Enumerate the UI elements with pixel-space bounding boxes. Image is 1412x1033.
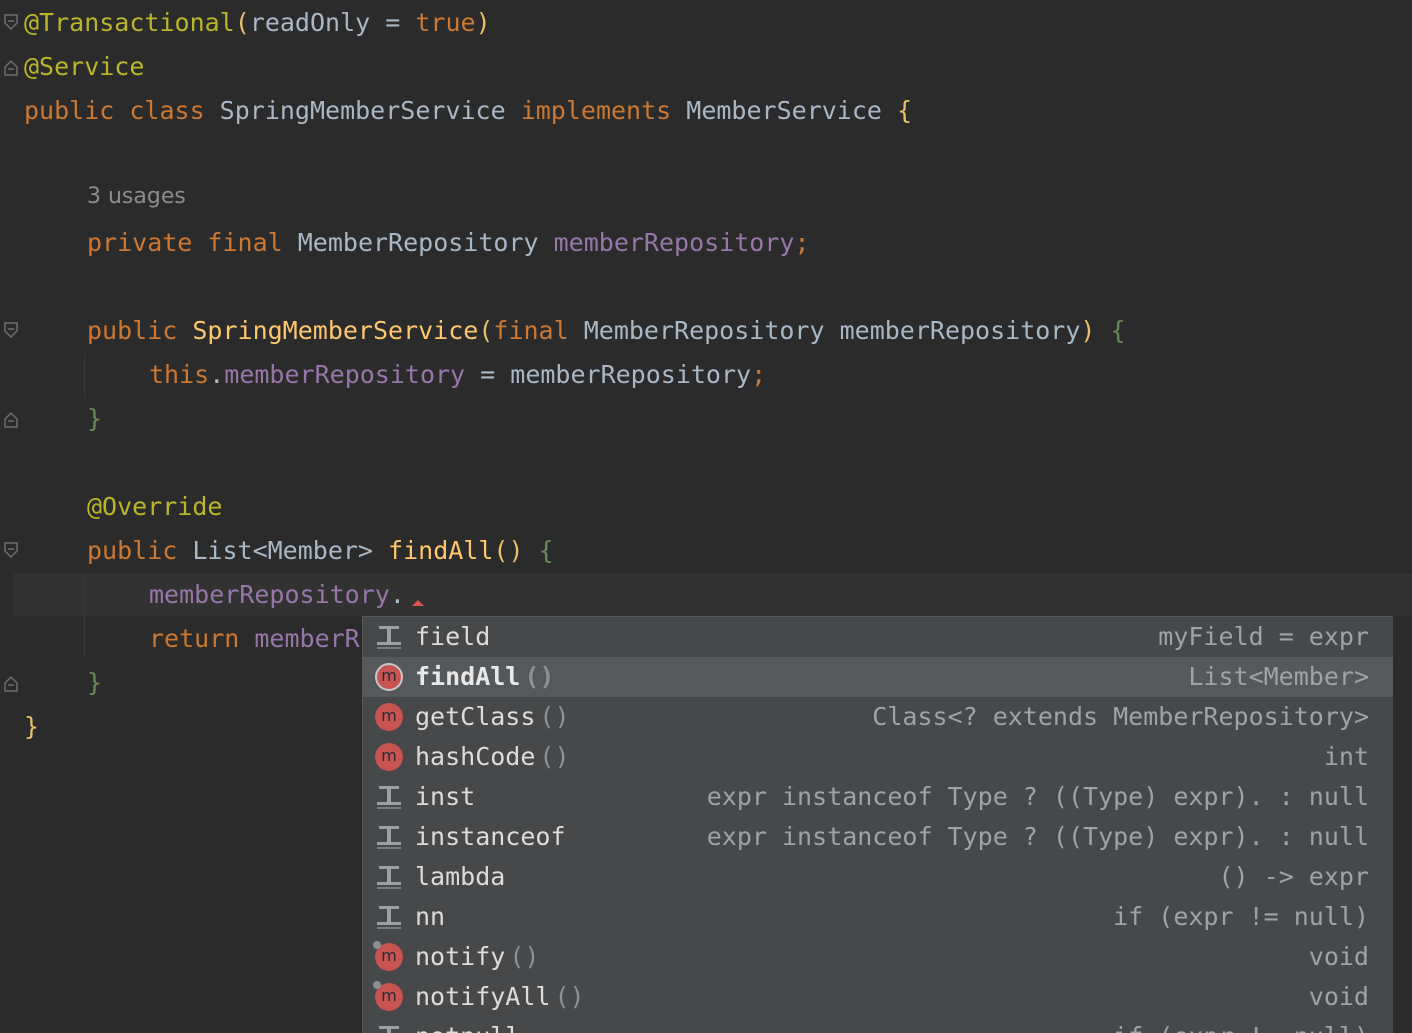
fold-icon[interactable]: [4, 14, 18, 32]
method-icon: m: [373, 941, 403, 971]
code-line-13: }: [24, 712, 40, 741]
completion-item-type: () -> expr: [1218, 862, 1369, 891]
completion-item-type: List<Member>: [1188, 662, 1369, 691]
fold-end-icon[interactable]: [4, 410, 18, 428]
completion-item-type: expr instanceof Type ? ((Type) expr). : …: [706, 822, 1369, 851]
completion-item-type: Class<? extends MemberRepository>: [872, 702, 1369, 731]
completion-item-name: notifyAll(): [415, 982, 585, 1011]
completion-item-type: void: [1308, 942, 1369, 971]
completion-item-type: int: [1323, 742, 1369, 771]
completion-item-name: notify(): [415, 942, 540, 971]
fold-icon[interactable]: [4, 322, 18, 340]
live-template-icon: [375, 783, 403, 811]
completion-item-name: notnull: [415, 1017, 524, 1033]
code-line-7: }: [87, 404, 103, 433]
completion-item-nn[interactable]: nn if (expr != null): [363, 897, 1393, 937]
method-icon: m: [375, 743, 403, 771]
completion-item-notify[interactable]: m notify() void: [363, 937, 1393, 977]
completion-item-instanceof[interactable]: instanceof expr instanceof Type ? ((Type)…: [363, 817, 1393, 857]
completion-item-inst[interactable]: inst expr instanceof Type ? ((Type) expr)…: [363, 777, 1393, 817]
completion-item-name: findAll(): [415, 662, 555, 691]
indent-guide: [84, 354, 85, 398]
completion-item-name: instanceof: [415, 822, 566, 851]
fold-end-icon[interactable]: [4, 674, 18, 692]
completion-item-getclass[interactable]: m getClass() Class<? extends MemberReposit…: [363, 697, 1393, 737]
code-line-2: @Service: [24, 52, 145, 81]
completion-item-type: expr instanceof Type ? ((Type) expr). : …: [706, 782, 1369, 811]
live-template-icon: [375, 623, 403, 651]
method-icon: m: [373, 981, 403, 1011]
code-line-1: @Transactional(readOnly = true): [24, 8, 491, 37]
code-line-5: public SpringMemberService(final MemberR…: [87, 316, 1126, 345]
code-line-11: return memberR: [149, 624, 360, 653]
completion-item-field[interactable]: field myField = expr: [363, 617, 1393, 657]
completion-item-type: void: [1308, 982, 1369, 1011]
completion-item-name: getClass(): [415, 702, 570, 731]
code-completion-popup[interactable]: field myField = expr m findAll() List<Member…: [362, 616, 1393, 1033]
completion-item-type: if (expr != null): [1113, 1017, 1369, 1033]
code-line-10[interactable]: memberRepository.: [149, 573, 405, 617]
usages-hint[interactable]: 3 usages: [87, 184, 186, 209]
completion-item-name: field: [415, 622, 491, 651]
code-line-12: }: [87, 668, 103, 697]
code-line-3: public class SpringMemberService impleme…: [24, 96, 913, 125]
code-line-6: this.memberRepository = memberRepository…: [149, 360, 767, 389]
live-template-icon: [375, 903, 403, 931]
code-line-4: private final MemberRepository memberRep…: [87, 228, 810, 257]
live-template-icon: [375, 823, 403, 851]
completion-item-notnull[interactable]: notnull if (expr != null): [363, 1017, 1393, 1033]
error-caret-mark: [412, 600, 424, 606]
fold-end-icon[interactable]: [4, 58, 18, 76]
completion-item-findall[interactable]: m findAll() List<Member>: [363, 657, 1393, 697]
completion-item-type: if (expr != null): [1113, 902, 1369, 931]
completion-item-type: myField = expr: [1158, 622, 1369, 651]
live-template-icon: [375, 863, 403, 891]
completion-item-name: inst: [415, 782, 476, 811]
indent-guide: [84, 574, 85, 658]
completion-item-hashcode[interactable]: m hashCode() int: [363, 737, 1393, 777]
completion-item-name: nn: [415, 902, 446, 931]
completion-item-name: hashCode(): [415, 742, 570, 771]
completion-item-notifyall[interactable]: m notifyAll() void: [363, 977, 1393, 1017]
completion-item-lambda[interactable]: lambda () -> expr: [363, 857, 1393, 897]
method-icon: m: [375, 703, 403, 731]
code-line-9: public List<Member> findAll() {: [87, 536, 554, 565]
code-line-8: @Override: [87, 492, 223, 521]
completion-item-name: lambda: [415, 862, 506, 891]
fold-icon[interactable]: [4, 542, 18, 560]
method-icon: m: [375, 663, 403, 691]
